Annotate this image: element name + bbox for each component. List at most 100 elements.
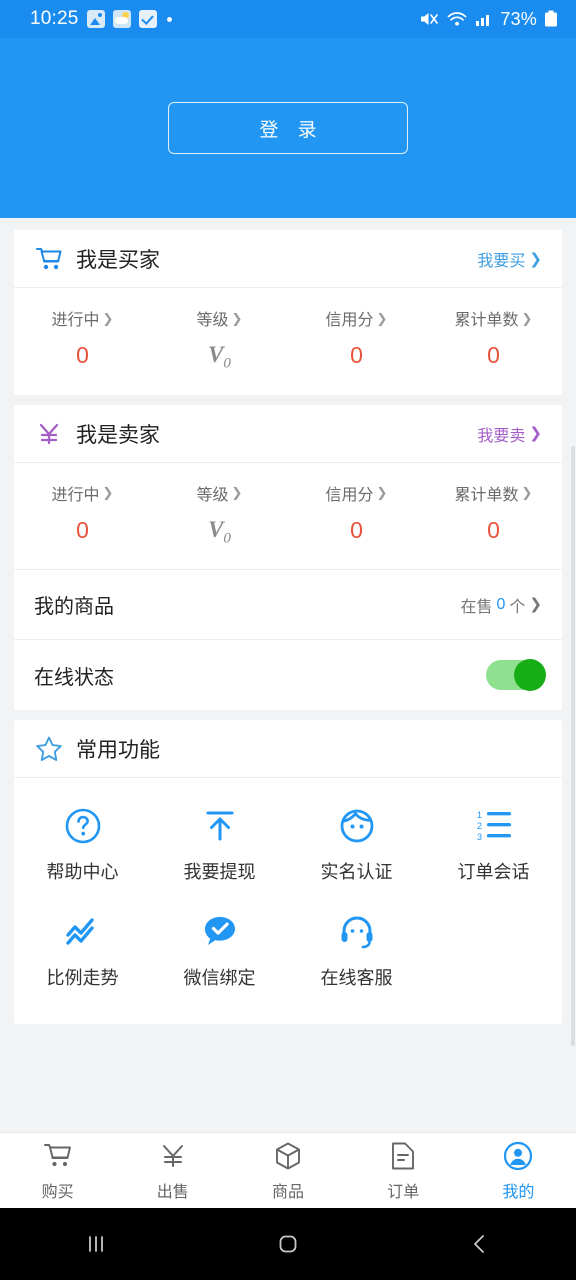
seller-stats: 进行中 ❯ 0 等级 ❯ V0 信用分 ❯ 0 累计单数 ❯ 0 — [14, 463, 562, 570]
svg-text:2: 2 — [477, 821, 482, 831]
online-status-toggle[interactable] — [486, 659, 546, 692]
function-withdraw[interactable]: 我要提现 — [151, 792, 288, 898]
seller-stat-orders[interactable]: 累计单数 ❯ 0 — [425, 481, 562, 548]
numbered-list-icon: 1 2 3 — [472, 804, 516, 848]
function-realname-auth-label: 实名认证 — [320, 862, 393, 883]
function-withdraw-label: 我要提现 — [183, 862, 256, 883]
function-wechat-bind-label: 微信绑定 — [183, 968, 256, 989]
status-bar: 10:25 73% — [0, 0, 576, 38]
my-goods-label: 我的商品 — [34, 596, 114, 619]
buyer-stat-credit[interactable]: 信用分 ❯ 0 — [288, 306, 425, 373]
buyer-card: 我是买家 我要买 ❯ 进行中 ❯ 0 等级 ❯ V0 信用分 ❯ 0 累计单数 … — [14, 230, 562, 395]
seller-stat-progress-value: 0 — [76, 516, 89, 543]
weather-cloud-icon — [112, 10, 131, 28]
function-wechat-bind[interactable]: 微信绑定 — [151, 898, 288, 1004]
chevron-right-icon: ❯ — [102, 310, 114, 326]
buyer-stat-orders[interactable]: 累计单数 ❯ 0 — [425, 306, 562, 373]
buyer-stat-orders-value: 0 — [487, 342, 500, 368]
function-help-center-label: 帮助中心 — [46, 862, 119, 883]
chevron-right-icon: ❯ — [529, 250, 542, 268]
functions-grid: 帮助中心 我要提现 实名认证 1 2 3 订单会话 比例走势 微信绑定 在线客服 — [14, 778, 562, 1024]
tab-sell[interactable]: 出售 — [115, 1140, 230, 1202]
phone-screen: 10:25 73% 登 录 我是买家 我要买 ❯ 进行中 ❯ 0 等级 ❯ V0… — [0, 0, 576, 1280]
trend-chart-icon — [61, 910, 105, 954]
tab-goods[interactable]: 商品 — [230, 1140, 345, 1202]
tab-goods-label: 商品 — [272, 1183, 305, 1201]
my-goods-value: 在售 0 个 ❯ — [460, 593, 542, 617]
back-icon[interactable] — [384, 1231, 576, 1257]
tab-sell-label: 出售 — [156, 1183, 189, 1201]
face-id-icon — [335, 804, 379, 848]
seller-action-link[interactable]: 我要卖 ❯ — [477, 422, 542, 446]
toggle-knob — [514, 659, 546, 692]
buyer-stats: 进行中 ❯ 0 等级 ❯ V0 信用分 ❯ 0 累计单数 ❯ 0 — [14, 288, 562, 395]
tab-mine[interactable]: 我的 — [461, 1140, 576, 1202]
seller-card-title: 我是卖家 — [76, 423, 160, 447]
function-ratio-trend[interactable]: 比例走势 — [14, 898, 151, 1004]
seller-stat-level-value: V0 — [208, 516, 231, 547]
function-order-chat[interactable]: 1 2 3 订单会话 — [425, 792, 562, 898]
seller-action-label: 我要卖 — [477, 427, 526, 445]
buyer-stat-level-value: V0 — [208, 342, 231, 372]
star-icon — [34, 734, 64, 764]
tab-buy[interactable]: 购买 — [0, 1140, 115, 1202]
mute-icon — [419, 10, 439, 28]
recent-apps-icon[interactable] — [0, 1231, 192, 1257]
tab-orders-label: 订单 — [387, 1183, 420, 1201]
seller-stat-progress[interactable]: 进行中 ❯ 0 — [14, 481, 151, 548]
buyer-stat-credit-label: 信用分 — [325, 312, 374, 329]
signal-icon — [475, 10, 493, 28]
status-bar-right: 73% — [419, 9, 558, 30]
home-icon[interactable] — [192, 1231, 384, 1257]
buyer-stat-progress-label: 进行中 — [51, 312, 100, 329]
seller-stat-level[interactable]: 等级 ❯ V0 — [151, 481, 288, 548]
seller-card-header: 我是卖家 我要卖 ❯ — [14, 405, 562, 463]
buyer-stat-credit-value: 0 — [350, 342, 363, 368]
function-help-center[interactable]: 帮助中心 — [14, 792, 151, 898]
battery-icon — [544, 10, 558, 28]
function-order-chat-label: 订单会话 — [457, 862, 530, 883]
chevron-right-icon: ❯ — [521, 485, 533, 501]
cart-icon — [42, 1140, 74, 1172]
buyer-action-label: 我要买 — [477, 253, 526, 270]
my-goods-suffix: 个 — [509, 598, 526, 616]
seller-stat-credit-value: 0 — [350, 516, 363, 543]
buyer-stat-level-label: 等级 — [196, 312, 229, 329]
seller-stat-progress-label: 进行中 — [51, 486, 100, 504]
function-online-support-label: 在线客服 — [320, 968, 393, 989]
buyer-card-title: 我是买家 — [76, 249, 160, 272]
box-icon — [272, 1140, 304, 1172]
document-icon — [387, 1140, 419, 1172]
buyer-stat-progress[interactable]: 进行中 ❯ 0 — [14, 306, 151, 373]
chevron-right-icon: ❯ — [102, 485, 114, 501]
seller-stat-orders-label: 累计单数 — [454, 486, 519, 504]
functions-card-header: 常用功能 — [14, 720, 562, 779]
online-status-label: 在线状态 — [34, 666, 114, 689]
question-circle-icon — [61, 804, 105, 848]
buyer-stat-level[interactable]: 等级 ❯ V0 — [151, 306, 288, 373]
function-online-support[interactable]: 在线客服 — [288, 898, 425, 1004]
svg-text:3: 3 — [477, 832, 482, 842]
functions-card-title: 常用功能 — [76, 739, 160, 763]
my-goods-row[interactable]: 我的商品 在售 0 个 ❯ — [14, 569, 562, 639]
yen-icon — [157, 1140, 189, 1172]
seller-stat-credit[interactable]: 信用分 ❯ 0 — [288, 481, 425, 548]
seller-stat-orders-value: 0 — [487, 516, 500, 543]
online-status-row[interactable]: 在线状态 — [14, 639, 562, 710]
dot-icon — [166, 16, 172, 22]
seller-card: 我是卖家 我要卖 ❯ 进行中 ❯ 0 等级 ❯ V0 信用分 ❯ 0 累计单数 … — [14, 404, 562, 711]
scrollbar[interactable] — [571, 446, 575, 1046]
checkbox-icon — [138, 10, 157, 28]
my-goods-count: 0 — [496, 595, 506, 613]
tab-orders[interactable]: 订单 — [346, 1140, 461, 1202]
login-button[interactable]: 登 录 — [168, 102, 408, 154]
my-goods-prefix: 在售 — [460, 598, 493, 616]
function-realname-auth[interactable]: 实名认证 — [288, 792, 425, 898]
scroll-content[interactable]: 我是买家 我要买 ❯ 进行中 ❯ 0 等级 ❯ V0 信用分 ❯ 0 累计单数 … — [0, 218, 576, 1132]
function-ratio-trend-label: 比例走势 — [46, 968, 119, 989]
chevron-right-icon: ❯ — [231, 310, 243, 326]
buyer-action-link[interactable]: 我要买 ❯ — [477, 247, 542, 271]
battery-percent: 73% — [500, 8, 537, 29]
chevron-right-icon: ❯ — [529, 425, 542, 443]
status-time: 10:25 — [30, 8, 79, 29]
